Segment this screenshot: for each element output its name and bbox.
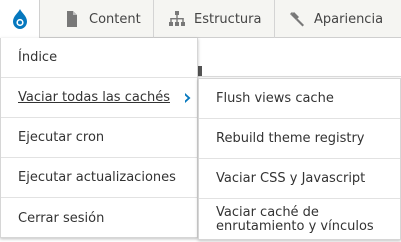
- menu-item-vaciar-caches[interactable]: Vaciar todas las cachés: [1, 78, 197, 118]
- page-background: [198, 38, 401, 83]
- submenu-item-label: Rebuild theme registry: [216, 131, 365, 146]
- chevron-right-icon: [185, 93, 191, 103]
- menu-item-label: Índice: [18, 50, 58, 65]
- submenu-item-flush-views[interactable]: Flush views cache: [199, 79, 400, 119]
- menu-item-label: Ejecutar cron: [18, 130, 105, 145]
- toolbar-content-tab[interactable]: Content: [40, 0, 154, 38]
- menu-item-cerrar-sesion[interactable]: Cerrar sesión: [1, 198, 197, 238]
- submenu-item-rebuild-theme[interactable]: Rebuild theme registry: [199, 119, 400, 159]
- menu-item-label: Vaciar todas las cachés: [18, 90, 170, 105]
- page-background-mark: [198, 66, 202, 76]
- submenu-item-vaciar-css-js[interactable]: Vaciar CSS y Javascript: [199, 159, 400, 199]
- menu-item-indice[interactable]: Índice: [1, 38, 197, 78]
- admin-toolbar: Content Estructura Apariencia: [0, 0, 401, 38]
- cache-submenu: Flush views cache Rebuild theme registry…: [198, 78, 401, 240]
- submenu-item-label: Vaciar CSS y Javascript: [216, 171, 366, 186]
- toolbar-content-label: Content: [89, 11, 141, 27]
- paintbrush-icon: [288, 10, 306, 28]
- divider: [198, 76, 401, 77]
- admin-dropdown-menu: Índice Vaciar todas las cachés Ejecutar …: [0, 38, 198, 238]
- toolbar-apariencia-label: Apariencia: [314, 11, 384, 27]
- file-icon: [63, 10, 81, 28]
- toolbar-apariencia-tab[interactable]: Apariencia: [275, 0, 401, 38]
- menu-item-label: Ejecutar actualizaciones: [18, 170, 176, 185]
- submenu-item-vaciar-enrutamiento[interactable]: Vaciar caché de enrutamiento y vínculos: [199, 199, 400, 241]
- submenu-item-label-line1: Vaciar caché de: [216, 205, 319, 220]
- menu-item-ejecutar-actualizaciones[interactable]: Ejecutar actualizaciones: [1, 158, 197, 198]
- toolbar-estructura-tab[interactable]: Estructura: [154, 0, 275, 38]
- menu-item-ejecutar-cron[interactable]: Ejecutar cron: [1, 118, 197, 158]
- submenu-item-label: Flush views cache: [216, 91, 334, 106]
- home-button[interactable]: [0, 0, 40, 38]
- drupal-drop-icon: [12, 9, 27, 29]
- sitemap-icon: [168, 10, 186, 28]
- submenu-item-label-line2: enrutamiento y vínculos: [216, 219, 374, 234]
- toolbar-estructura-label: Estructura: [194, 11, 262, 27]
- submenu-item-label: Vaciar caché de enrutamiento y vínculos: [216, 206, 374, 234]
- menu-item-label: Cerrar sesión: [18, 210, 105, 226]
